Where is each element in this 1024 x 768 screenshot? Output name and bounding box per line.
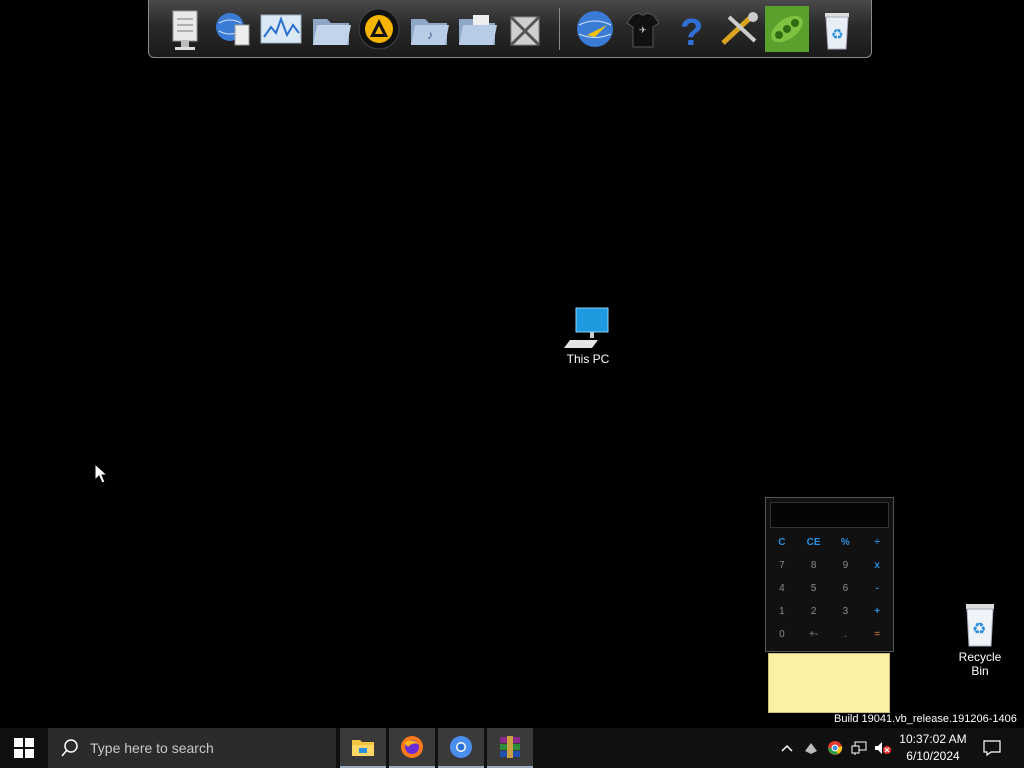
- volume-muted-icon: [875, 742, 891, 754]
- calc-key-5[interactable]: 5: [798, 580, 830, 598]
- build-watermark: Build 19041.vb_release.191206-1406: [834, 713, 1017, 725]
- svg-text:♪: ♪: [427, 28, 433, 42]
- calc-key-multiply[interactable]: x: [861, 557, 893, 575]
- network-icon: [851, 741, 867, 755]
- calc-key-negate[interactable]: +-: [798, 626, 830, 644]
- chevron-up-icon: [781, 744, 793, 752]
- show-hidden-icons-button[interactable]: [778, 728, 796, 768]
- calc-key-percent[interactable]: %: [830, 534, 862, 552]
- calc-key-decimal[interactable]: .: [830, 626, 862, 644]
- folder-files-icon[interactable]: [455, 6, 499, 52]
- calc-key-6[interactable]: 6: [830, 580, 862, 598]
- folder-music-icon[interactable]: ♪: [407, 6, 451, 52]
- tray-app-button[interactable]: [802, 728, 820, 768]
- dock-separator: [559, 8, 560, 50]
- svg-text:✈: ✈: [639, 25, 647, 35]
- calc-key-clear-entry[interactable]: CE: [798, 534, 830, 552]
- calc-key-3[interactable]: 3: [830, 603, 862, 621]
- calc-key-clear[interactable]: C: [766, 534, 798, 552]
- recycle-bin-icon: ♻: [966, 604, 994, 647]
- calculator-gadget: C CE % ÷ 7 8 9 x 4 5 6 - 1 2 3 + 0 +- . …: [765, 497, 894, 652]
- calc-key-1[interactable]: 1: [766, 603, 798, 621]
- svg-text:♻: ♻: [972, 621, 986, 638]
- winrar-icon: [500, 736, 520, 758]
- this-pc-shortcut[interactable]: This PC: [560, 306, 616, 366]
- mouse-cursor-icon: [94, 463, 108, 484]
- volume-button[interactable]: [873, 728, 893, 768]
- tshirt-icon[interactable]: ✈: [621, 6, 665, 52]
- taskbar: Type here to search 10:37:02 AM 6/10/202…: [0, 728, 1024, 768]
- dock-bar: ♪ ✈ ? ♻: [148, 0, 872, 58]
- search-icon: [61, 739, 78, 757]
- calc-key-divide[interactable]: ÷: [861, 534, 893, 552]
- file-explorer-icon: [352, 740, 374, 756]
- calc-key-equals[interactable]: =: [861, 626, 893, 644]
- globe-document-icon[interactable]: [211, 6, 255, 52]
- sticky-note[interactable]: [768, 653, 890, 713]
- calc-key-4[interactable]: 4: [766, 580, 798, 598]
- recycle-bin-label: Recycle Bin: [958, 650, 1002, 678]
- chrome-icon: [828, 741, 843, 755]
- clock-date: 6/10/2024: [906, 749, 960, 763]
- winrar-button[interactable]: [487, 728, 533, 768]
- this-pc-label: This PC: [566, 352, 610, 366]
- settings-tools-icon[interactable]: [717, 6, 761, 52]
- firefox-button[interactable]: [389, 728, 435, 768]
- action-center-button[interactable]: [980, 728, 1004, 768]
- windows-logo-icon: [14, 738, 34, 758]
- calc-key-0[interactable]: 0: [766, 626, 798, 644]
- chromium-icon: [450, 736, 472, 758]
- svg-text:?: ?: [680, 12, 703, 51]
- calc-key-9[interactable]: 9: [830, 557, 862, 575]
- recycle-bin-shortcut[interactable]: ♻ Recycle Bin: [950, 602, 1010, 678]
- calculator-keypad: C CE % ÷ 7 8 9 x 4 5 6 - 1 2 3 + 0 +- . …: [766, 534, 893, 644]
- monitor-chart-icon[interactable]: [259, 6, 303, 52]
- tray-chrome-button[interactable]: [826, 728, 844, 768]
- calc-key-subtract[interactable]: -: [861, 580, 893, 598]
- network-button[interactable]: [850, 728, 868, 768]
- notification-icon: [983, 740, 1001, 756]
- calculator-display: [770, 502, 889, 528]
- start-button[interactable]: [0, 728, 48, 768]
- search-placeholder: Type here to search: [90, 740, 214, 756]
- help-icon[interactable]: ?: [669, 6, 713, 52]
- pea-icon[interactable]: [765, 6, 809, 52]
- clock-time: 10:37:02 AM: [899, 732, 967, 746]
- aimp-icon[interactable]: [357, 6, 401, 52]
- clock[interactable]: 10:37:02 AM 6/10/2024: [898, 731, 968, 765]
- computer-icon: [564, 307, 609, 348]
- tray-app-icon: [805, 743, 817, 754]
- recycle-bin-icon[interactable]: ♻: [815, 6, 859, 52]
- calc-key-2[interactable]: 2: [798, 603, 830, 621]
- svg-text:♻: ♻: [831, 26, 844, 42]
- calc-key-add[interactable]: +: [861, 603, 893, 621]
- file-explorer-button[interactable]: [340, 728, 386, 768]
- folder-open-icon[interactable]: [309, 6, 353, 52]
- calc-key-7[interactable]: 7: [766, 557, 798, 575]
- notepad-icon[interactable]: [163, 6, 207, 52]
- calc-key-8[interactable]: 8: [798, 557, 830, 575]
- internet-globe-icon[interactable]: [573, 6, 617, 52]
- chromium-button[interactable]: [438, 728, 484, 768]
- search-box[interactable]: Type here to search: [48, 728, 336, 768]
- firefox-icon: [401, 736, 423, 758]
- tools-icon[interactable]: [503, 6, 547, 52]
